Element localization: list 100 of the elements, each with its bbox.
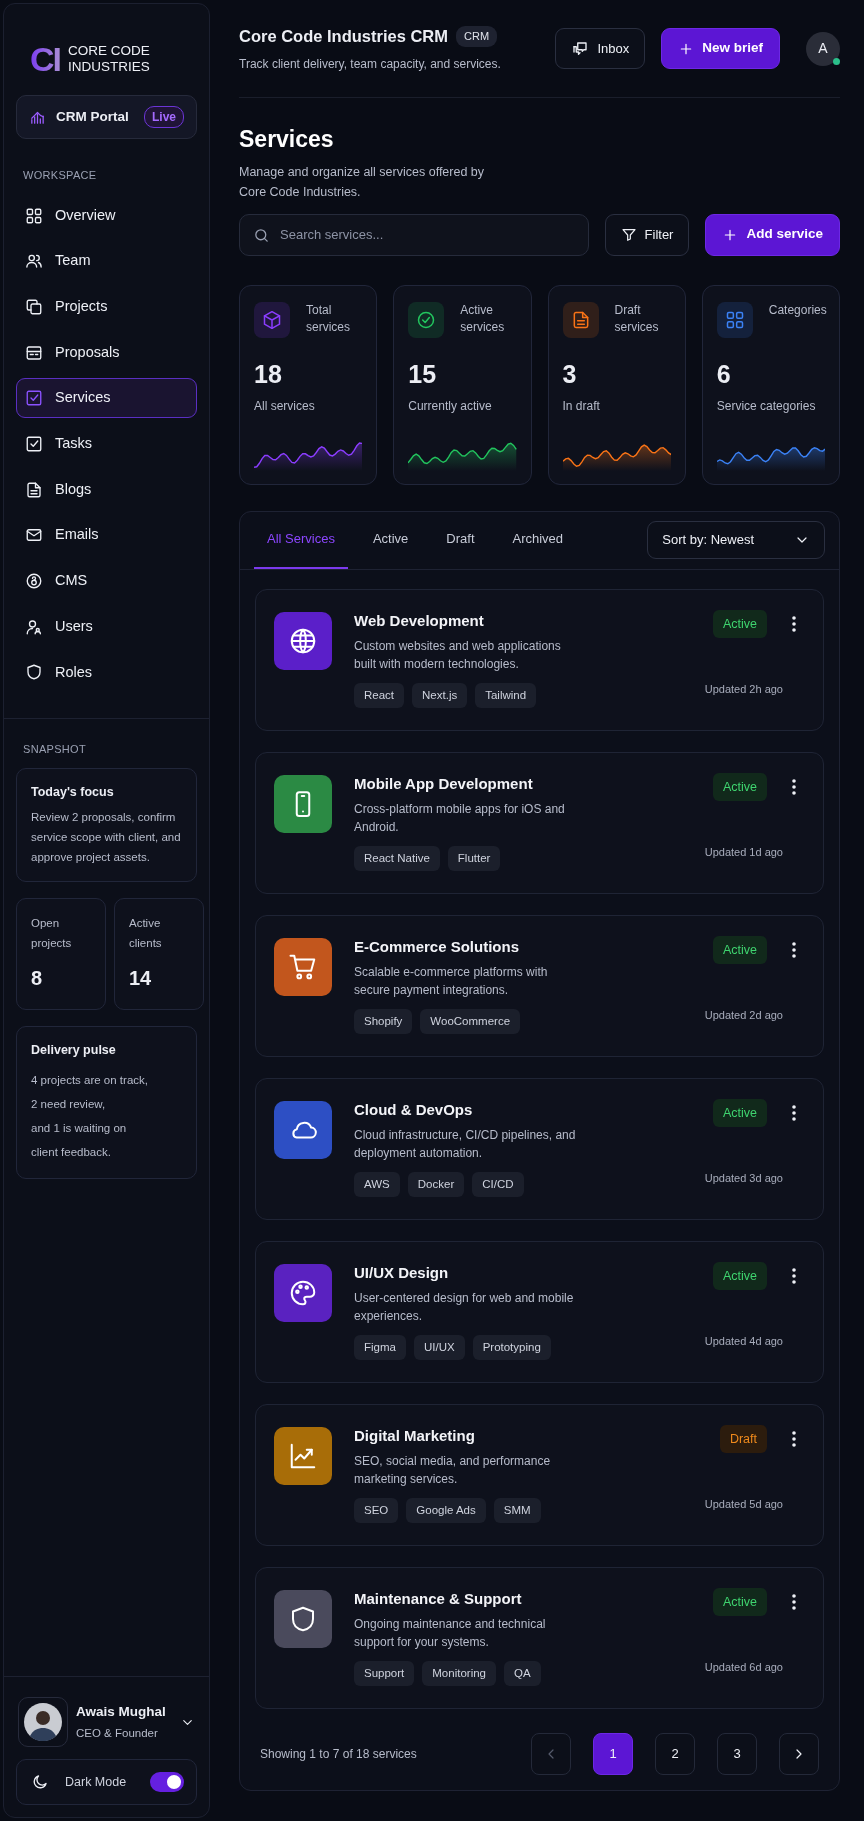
service-name: Web Development <box>354 610 485 631</box>
grid-icon <box>25 206 43 225</box>
tag: QA <box>504 1661 541 1687</box>
filter-tab[interactable]: Draft <box>433 511 488 569</box>
sidebar-item[interactable]: Projects <box>16 286 197 327</box>
filter-tab[interactable]: Active <box>359 511 422 569</box>
search-icon <box>253 226 270 244</box>
stat-caption: All services <box>254 398 316 416</box>
sidebar-item[interactable]: Blogs <box>16 469 197 510</box>
page-title: Services <box>239 126 335 154</box>
service-description: Custom websites and web applications built with modern technologies. <box>354 638 562 674</box>
theme-label: Dark Mode <box>65 1773 127 1791</box>
more-icon[interactable] <box>791 1429 797 1448</box>
pulse-text: 4 projects are on track, <box>31 1073 149 1089</box>
service-description: Cross-platform mobile apps for iOS and Android. <box>354 801 566 837</box>
people-icon <box>25 252 43 271</box>
status-badge: Draft <box>719 1424 767 1454</box>
pagination-summary: Showing 1 to 7 of 18 services <box>260 1745 417 1763</box>
sidebar-item[interactable]: Overview <box>16 195 197 236</box>
stat-label: Active clients <box>129 916 163 952</box>
sidebar-item[interactable]: Team <box>16 241 197 282</box>
tag: React <box>354 683 405 709</box>
service-description: Ongoing maintenance and technical support for your systems. <box>354 1616 547 1652</box>
pulse-text: client feedback. <box>31 1145 112 1161</box>
page-description: Manage and organize all services offered by Core Code Industries. <box>239 163 486 201</box>
service-description: Scalable e-commerce platforms with secure payment integrations. <box>354 964 549 1000</box>
service-name: UI/UX Design <box>354 1262 450 1283</box>
status-badge: Active <box>712 1261 767 1291</box>
service-name: Digital Marketing <box>354 1425 476 1446</box>
more-icon[interactable] <box>791 940 797 959</box>
brand-name: CORE CODE INDUSTRIES <box>68 42 150 76</box>
tag: Flutter <box>447 846 501 872</box>
sidebar-item[interactable]: Roles <box>16 652 197 693</box>
service-description: SEO, social media, and performance marketing services. <box>354 1453 552 1489</box>
more-icon[interactable] <box>791 614 797 633</box>
status-badge: Active <box>712 935 767 965</box>
search-field[interactable]: Search services... <box>239 213 589 256</box>
section-label: WORKSPACE <box>23 168 98 183</box>
chat-icon <box>571 39 590 58</box>
more-icon[interactable] <box>791 1103 797 1122</box>
checkbox-icon <box>25 389 43 408</box>
page-button[interactable]: 2 <box>655 1732 695 1775</box>
tag: Monitoring <box>422 1661 496 1687</box>
sidebar-item[interactable]: Services <box>16 378 197 419</box>
live-badge: Live <box>144 106 184 128</box>
tag: Tailwind <box>475 683 537 709</box>
more-icon[interactable] <box>791 1266 797 1285</box>
updated-time: Updated 3d ago <box>704 1171 783 1187</box>
filter-tab[interactable]: Archived <box>499 511 577 569</box>
updated-time: Updated 6d ago <box>704 1660 783 1676</box>
status-badge: Active <box>712 1587 767 1617</box>
sidebar-item[interactable]: Emails <box>16 515 197 556</box>
new-brief-button[interactable]: New brief <box>661 28 780 69</box>
updated-time: Updated 2d ago <box>704 1008 783 1024</box>
page-button[interactable]: 1 <box>593 1732 633 1775</box>
more-icon[interactable] <box>791 777 797 796</box>
service-name: Maintenance & Support <box>354 1588 523 1609</box>
pulse-text: 2 need review, <box>31 1097 107 1113</box>
tag: CI/CD <box>472 1172 524 1198</box>
focus-title: Today's focus <box>31 783 115 801</box>
tag: React Native <box>354 846 440 872</box>
add-service-button[interactable]: Add service <box>705 213 840 256</box>
theme-toggle[interactable] <box>150 1772 184 1792</box>
tag: Docker <box>407 1172 465 1198</box>
service-name: Mobile App Development <box>354 773 534 794</box>
tag: Support <box>354 1661 415 1687</box>
stat-label: Total services <box>306 301 351 336</box>
tag: UI/UX <box>413 1335 465 1361</box>
filter-tab[interactable]: All Services <box>254 511 348 569</box>
sidebar-item[interactable]: Tasks <box>16 423 197 464</box>
page-button[interactable]: 3 <box>717 1732 757 1775</box>
app-subtitle: Track client delivery, team capacity, and services. <box>239 55 501 73</box>
tag: Next.js <box>412 683 468 709</box>
updated-time: Updated 5d ago <box>704 1497 783 1513</box>
stat-label: Categories <box>768 301 827 319</box>
profile-avatar[interactable]: A <box>806 31 840 66</box>
sidebar-item[interactable]: CMS <box>16 561 197 601</box>
tag: Google Ads <box>406 1498 486 1524</box>
tag: SEO <box>354 1498 399 1524</box>
portal-card[interactable]: CRM Portal Live <box>16 95 197 139</box>
inbox-button[interactable]: Inbox <box>555 28 646 69</box>
updated-time: Updated 4d ago <box>704 1334 783 1350</box>
section-label: SNAPSHOT <box>23 742 87 758</box>
more-icon[interactable] <box>791 1592 797 1611</box>
sort-dropdown[interactable]: Sort by: Newest <box>647 521 825 560</box>
shield-icon <box>25 663 43 682</box>
sidebar-item[interactable]: Proposals <box>16 332 197 373</box>
filter-icon <box>620 226 637 243</box>
stat-value: 14 <box>129 966 153 992</box>
tag: SMM <box>493 1498 541 1524</box>
stat-label: Active services <box>460 301 506 336</box>
filter-button[interactable]: Filter <box>604 213 690 256</box>
moon-icon <box>31 1773 49 1791</box>
tag: AWS <box>354 1172 400 1198</box>
stat-value: 8 <box>31 966 44 992</box>
service-name: Cloud & DevOps <box>354 1099 474 1120</box>
sidebar-item[interactable]: Users <box>16 606 197 647</box>
document-icon <box>25 480 43 499</box>
stat-value: 3 <box>562 358 578 390</box>
stat-label: Draft services <box>614 301 660 336</box>
